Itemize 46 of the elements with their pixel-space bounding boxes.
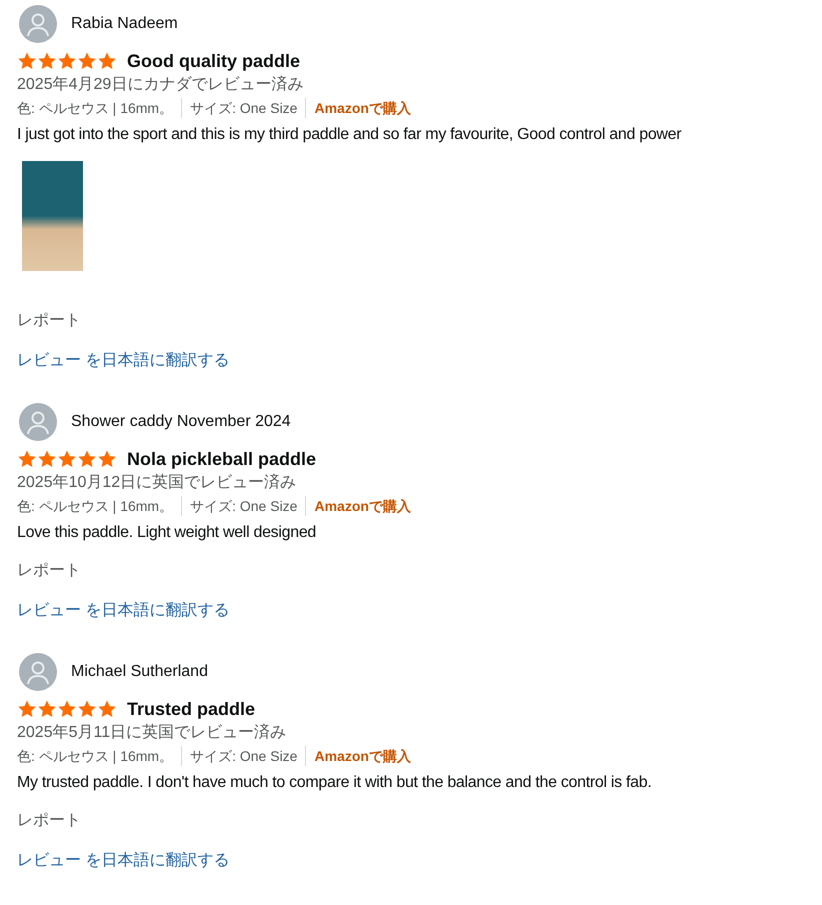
variant-info[interactable]: 色: ペルセウス | 16mm。	[17, 98, 182, 118]
translate-link[interactable]: レビュー を日本語に翻訳する	[17, 599, 230, 623]
translate-link[interactable]: レビュー を日本語に翻訳する	[17, 849, 230, 873]
photo-placeholder[interactable]	[22, 161, 83, 271]
star-icon	[77, 699, 97, 719]
review-title[interactable]: Nola pickleball paddle	[127, 446, 316, 472]
verified-purchase-label: Amazonで購入	[313, 747, 411, 766]
star-icon	[97, 699, 117, 719]
star-icon	[57, 699, 77, 719]
review-title[interactable]: Good quality paddle	[127, 48, 300, 74]
avatar-icon	[19, 403, 57, 441]
reviewer-name: Shower caddy November 2024	[71, 412, 291, 432]
star-icon	[97, 449, 117, 469]
report-link[interactable]: レポート	[17, 309, 81, 333]
review-date: 2025年5月11日に英国でレビュー済み	[17, 722, 288, 743]
star-icon	[17, 699, 37, 719]
avatar-icon	[19, 5, 57, 43]
review-date: 2025年10月12日に英国でレビュー済み	[17, 472, 298, 493]
star-icon	[37, 449, 57, 469]
verified-purchase-label: Amazonで購入	[313, 99, 411, 118]
star-icon	[37, 51, 57, 71]
reviewer-name: Rabia Nadeem	[71, 14, 178, 34]
size-info: サイズ: One Size	[182, 496, 306, 516]
variant-info[interactable]: 色: ペルセウス | 16mm。	[17, 496, 182, 516]
star-icon	[17, 51, 37, 71]
verified-purchase-label: Amazonで購入	[313, 497, 411, 516]
review-body: My trusted paddle. I don't have much to compare it with but the balance and the control is fab.	[17, 773, 652, 793]
review-body: I just got into the sport and this is my third paddle and so far my favourite, Good control and power	[17, 125, 682, 145]
star-icon	[17, 449, 37, 469]
report-link[interactable]: レポート	[17, 809, 81, 833]
translate-link[interactable]: レビュー を日本語に翻訳する	[17, 349, 230, 373]
report-link[interactable]: レポート	[17, 559, 81, 583]
star-icon	[57, 449, 77, 469]
review-title[interactable]: Trusted paddle	[127, 696, 256, 722]
review-date: 2025年4月29日にカナダでレビュー済み	[17, 74, 304, 95]
size-info: サイズ: One Size	[182, 98, 306, 118]
star-icon	[97, 51, 117, 71]
variant-info[interactable]: 色: ペルセウス | 16mm。	[17, 746, 182, 766]
avatar-icon	[19, 653, 57, 691]
star-icon	[57, 51, 77, 71]
star-icon	[37, 699, 57, 719]
star-icon	[77, 51, 97, 71]
review-body: Love this paddle. Light weight well designed	[17, 523, 318, 543]
star-icon	[77, 449, 97, 469]
reviewer-name: Michael Sutherland	[71, 662, 208, 682]
size-info: サイズ: One Size	[182, 746, 306, 766]
